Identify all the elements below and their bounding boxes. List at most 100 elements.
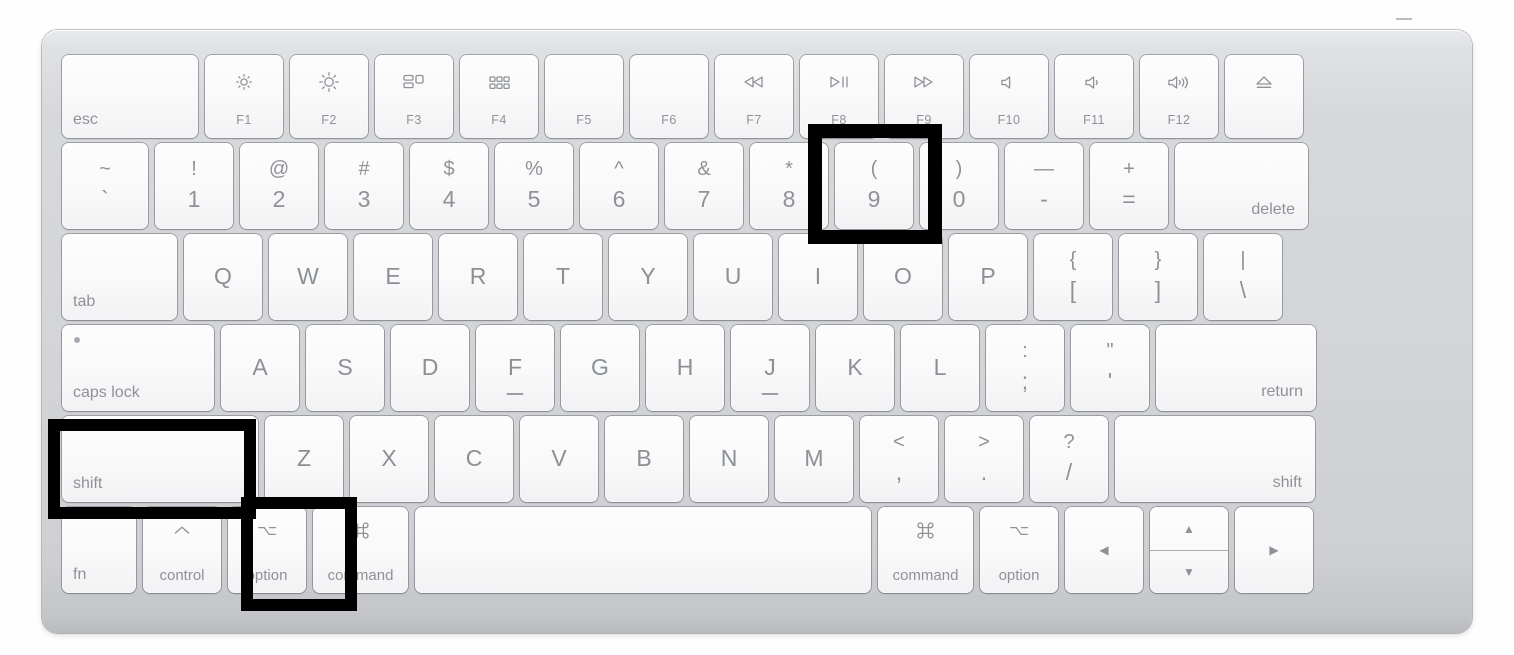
- volume-up-icon: [1140, 69, 1218, 95]
- arrow-down-icon[interactable]: ▼: [1150, 550, 1228, 593]
- key-z[interactable]: Z: [265, 416, 343, 502]
- key-legend-shifted: *: [785, 158, 793, 181]
- function-key-label: F11: [1083, 113, 1105, 127]
- key-f11[interactable]: F11: [1055, 55, 1133, 138]
- key-k[interactable]: K: [816, 325, 894, 411]
- key-l[interactable]: L: [901, 325, 979, 411]
- key-f2[interactable]: F2: [290, 55, 368, 138]
- key-label: command: [892, 567, 959, 584]
- key-p[interactable]: P: [949, 234, 1027, 320]
- key-t[interactable]: T: [524, 234, 602, 320]
- key-f12[interactable]: F12: [1140, 55, 1218, 138]
- key-quote[interactable]: " ': [1071, 325, 1149, 411]
- key-equal[interactable]: + =: [1090, 143, 1168, 229]
- key-c[interactable]: C: [435, 416, 513, 502]
- key-eject[interactable]: [1225, 55, 1303, 138]
- key-s[interactable]: S: [306, 325, 384, 411]
- key-g[interactable]: G: [561, 325, 639, 411]
- key-f6[interactable]: F6: [630, 55, 708, 138]
- key-fn[interactable]: fn: [62, 507, 136, 593]
- key-e[interactable]: E: [354, 234, 432, 320]
- key-delete[interactable]: delete: [1175, 143, 1308, 229]
- key-h[interactable]: H: [646, 325, 724, 411]
- key-period[interactable]: >.: [945, 416, 1023, 502]
- arrow-up-icon[interactable]: ▲: [1150, 507, 1228, 550]
- key-legend-primary: 7: [697, 185, 711, 212]
- key-arrow-updown[interactable]: ▲ ▼: [1150, 507, 1228, 593]
- control-caret-icon: [143, 521, 221, 540]
- fast-forward-icon: [885, 69, 963, 95]
- key-d[interactable]: D: [391, 325, 469, 411]
- key-esc[interactable]: esc: [62, 55, 198, 138]
- key-y[interactable]: Y: [609, 234, 687, 320]
- key-w[interactable]: W: [269, 234, 347, 320]
- key-slash[interactable]: ? /: [1030, 416, 1108, 502]
- key-capslock[interactable]: caps lock: [62, 325, 214, 411]
- key-x[interactable]: X: [350, 416, 428, 502]
- key-o[interactable]: O: [864, 234, 942, 320]
- rewind-icon: [715, 69, 793, 95]
- key-option-left[interactable]: option: [228, 507, 306, 593]
- key-u[interactable]: U: [694, 234, 772, 320]
- key-legend-shifted: —: [1034, 158, 1054, 181]
- key-backslash[interactable]: | \: [1204, 234, 1282, 320]
- key-label: delete: [1251, 201, 1295, 218]
- key-minus[interactable]: — -: [1005, 143, 1083, 229]
- key-0[interactable]: ) 0: [920, 143, 998, 229]
- function-key-label: F2: [321, 113, 337, 127]
- key-tab[interactable]: tab: [62, 234, 177, 320]
- key-9[interactable]: (9: [835, 143, 913, 229]
- key-legend-letter: X: [381, 444, 397, 471]
- key-f[interactable]: F: [476, 325, 554, 411]
- key-arrow-right[interactable]: ▶: [1235, 507, 1313, 593]
- key-f5[interactable]: F5: [545, 55, 623, 138]
- key-f3[interactable]: F3: [375, 55, 453, 138]
- key-f7[interactable]: F7: [715, 55, 793, 138]
- key-backtick[interactable]: ~ `: [62, 143, 148, 229]
- key-q[interactable]: Q: [184, 234, 262, 320]
- key-f1[interactable]: F1: [205, 55, 283, 138]
- key-label: option: [998, 567, 1040, 584]
- key-r[interactable]: R: [439, 234, 517, 320]
- key-legend-letter: M: [804, 444, 824, 471]
- key-semicolon[interactable]: :;: [986, 325, 1064, 411]
- key-shift-right[interactable]: shift: [1115, 416, 1315, 502]
- key-legend-shifted: ): [955, 158, 963, 181]
- key-legend-letter: L: [933, 353, 947, 380]
- key-3[interactable]: #3: [325, 143, 403, 229]
- key-command-left[interactable]: command: [313, 507, 408, 593]
- key-2[interactable]: @2: [240, 143, 318, 229]
- key-1[interactable]: ! 1: [155, 143, 233, 229]
- key-j[interactable]: J: [731, 325, 809, 411]
- key-return[interactable]: return: [1156, 325, 1316, 411]
- key-6[interactable]: ^ 6: [580, 143, 658, 229]
- function-key-label: F1: [236, 113, 252, 127]
- key-f10[interactable]: F10: [970, 55, 1048, 138]
- key-bracketleft[interactable]: {[: [1034, 234, 1112, 320]
- brightness-up-icon: [290, 69, 368, 95]
- key-control[interactable]: control: [143, 507, 221, 593]
- key-command-right[interactable]: command: [878, 507, 973, 593]
- key-arrow-left[interactable]: ◀: [1065, 507, 1143, 593]
- key-f4[interactable]: F4: [460, 55, 538, 138]
- key-n[interactable]: N: [690, 416, 768, 502]
- key-f8[interactable]: F8: [800, 55, 878, 138]
- key-m[interactable]: M: [775, 416, 853, 502]
- key-legend-letter: A: [252, 353, 268, 380]
- key-8[interactable]: * 8: [750, 143, 828, 229]
- key-5[interactable]: % 5: [495, 143, 573, 229]
- key-shift-left[interactable]: shift: [62, 416, 258, 502]
- key-space[interactable]: [415, 507, 871, 593]
- key-4[interactable]: $4: [410, 143, 488, 229]
- key-7[interactable]: & 7: [665, 143, 743, 229]
- key-i[interactable]: I: [779, 234, 857, 320]
- key-option-right[interactable]: option: [980, 507, 1058, 593]
- key-f9[interactable]: F9: [885, 55, 963, 138]
- key-a[interactable]: A: [221, 325, 299, 411]
- key-bracketright[interactable]: }]: [1119, 234, 1197, 320]
- key-v[interactable]: V: [520, 416, 598, 502]
- key-b[interactable]: B: [605, 416, 683, 502]
- key-legend-primary: =: [1122, 185, 1136, 212]
- key-comma[interactable]: <,: [860, 416, 938, 502]
- key-label: control: [159, 567, 205, 584]
